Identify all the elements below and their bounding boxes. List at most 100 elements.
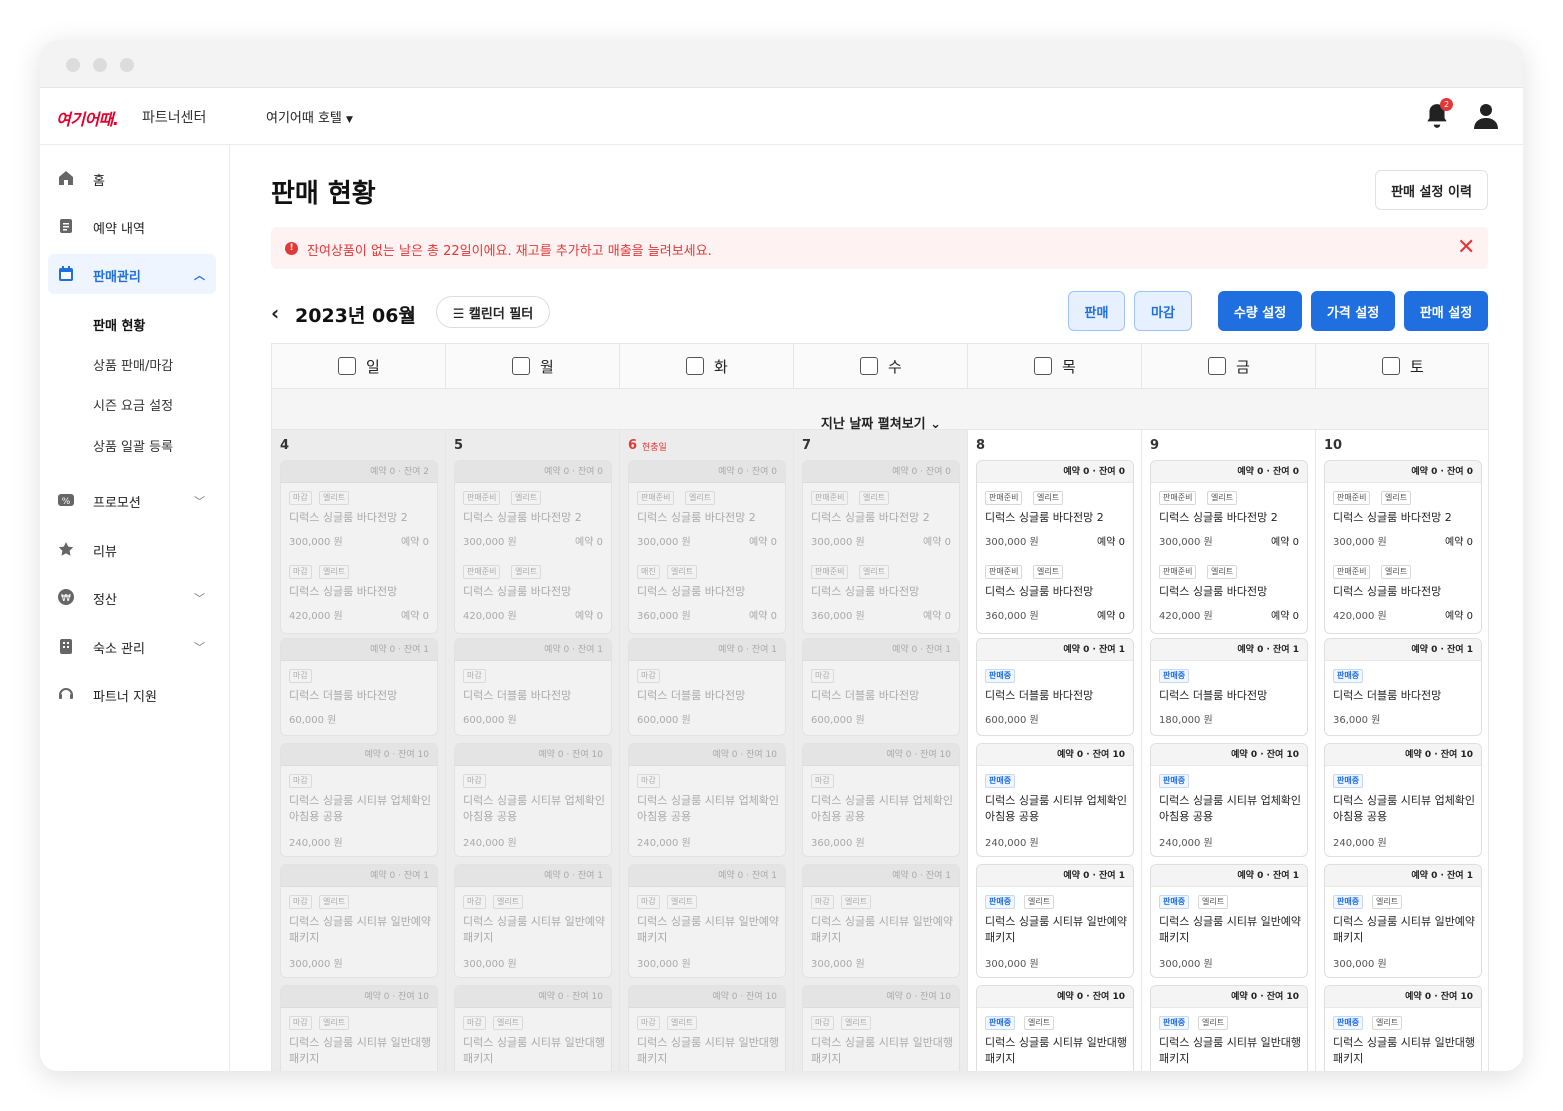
product-name[interactable]: 디럭스 싱글룸 시티뷰 일반예약 패키지 [985,914,1129,946]
product-name[interactable]: 디럭스 싱글룸 시티뷰 일반예약 패키지 [463,914,607,946]
product-name[interactable]: 디럭스 싱글룸 시티뷰 일반대행 패키지 [1159,1035,1303,1067]
product-card[interactable]: 예약 0 · 잔여 0 판매준비 엘리트 디럭스 싱글룸 바다전망 2 300,000 … [1150,460,1308,634]
product-card[interactable]: 예약 0 · 잔여 0 판매준비 엘리트 디럭스 싱글룸 바다전망 2 300,000 … [454,460,612,634]
product-name[interactable]: 디럭스 더블룸 바다전망 [637,688,781,704]
product-card[interactable]: 예약 0 · 잔여 0 판매준비 엘리트 디럭스 싱글룸 바다전망 2 300,000 … [802,460,960,634]
sidebar-item-review[interactable]: 리뷰 [48,529,216,569]
product-name[interactable]: 디럭스 더블룸 바다전망 [289,688,433,704]
weekday-checkbox[interactable] [1382,357,1400,375]
close-icon[interactable]: ✕ [1457,235,1475,260]
product-name[interactable]: 디럭스 싱글룸 시티뷰 업체확인 아침용 공용 [985,793,1129,825]
product-name[interactable]: 디럭스 싱글룸 시티뷰 업체확인 아침용 공용 [1333,793,1477,825]
product-card[interactable]: 예약 0 · 잔여 0 판매준비 엘리트 디럭스 싱글룸 바다전망 2 300,000 … [976,460,1134,634]
product-card[interactable]: 예약 0 · 잔여 10 판매중 디럭스 싱글룸 시티뷰 업체확인 아침용 공용 24… [976,743,1134,857]
product-card[interactable]: 예약 0 · 잔여 10 마감 디럭스 싱글룸 시티뷰 업체확인 아침용 공용 360… [802,743,960,857]
product-card[interactable]: 예약 0 · 잔여 1 판매중 디럭스 더블룸 바다전망 36,000 원 [1324,638,1482,736]
expand-past-dates[interactable]: 지난 날짜 펼쳐보기 ⌄ [272,389,1488,432]
weekday-checkbox[interactable] [860,357,878,375]
product-name[interactable]: 디럭스 싱글룸 바다전망 [637,584,781,600]
product-card[interactable]: 예약 0 · 잔여 10 마감 디럭스 싱글룸 시티뷰 업체확인 아침용 공용 240… [454,743,612,857]
product-card[interactable]: 예약 0 · 잔여 1 판매중 디럭스 더블룸 바다전망 600,000 원 [976,638,1134,736]
product-card[interactable]: 예약 0 · 잔여 10 판매중 디럭스 싱글룸 시티뷰 업체확인 아침용 공용 24… [1324,743,1482,857]
product-card[interactable]: 예약 0 · 잔여 10 마감 엘리트 디럭스 싱글룸 시티뷰 일반대행 패키지 [280,985,438,1071]
product-card[interactable]: 예약 0 · 잔여 1 판매중 디럭스 더블룸 바다전망 180,000 원 [1150,638,1308,736]
product-card[interactable]: 예약 0 · 잔여 10 마감 엘리트 디럭스 싱글룸 시티뷰 일반대행 패키지 [454,985,612,1071]
product-name[interactable]: 디럭스 싱글룸 바다전망 2 [637,510,781,526]
product-card[interactable]: 예약 0 · 잔여 10 판매중 디럭스 싱글룸 시티뷰 업체확인 아침용 공용 24… [1150,743,1308,857]
sidebar-item-home[interactable]: 홈 [48,158,216,198]
sell-button[interactable]: 판매 [1068,291,1125,331]
product-card[interactable]: 예약 0 · 잔여 10 마감 엘리트 디럭스 싱글룸 시티뷰 일반대행 패키지 [802,985,960,1071]
product-card[interactable]: 예약 0 · 잔여 10 마감 디럭스 싱글룸 시티뷰 업체확인 아침용 공용 240… [628,743,786,857]
product-name[interactable]: 디럭스 싱글룸 바다전망 [985,584,1129,600]
product-name[interactable]: 디럭스 싱글룸 시티뷰 일반예약 패키지 [289,914,433,946]
window-close-dot[interactable] [66,58,80,72]
sidebar-subitem-bulk-register[interactable]: 상품 일괄 등록 [93,436,173,455]
product-card[interactable]: 예약 0 · 잔여 1 마감 디럭스 더블룸 바다전망 600,000 원 [454,638,612,736]
product-name[interactable]: 디럭스 싱글룸 바다전망 [811,584,955,600]
calendar-filter-button[interactable]: ☰ 캘린더 필터 [436,296,550,328]
close-sales-button[interactable]: 마감 [1134,291,1192,331]
product-name[interactable]: 디럭스 싱글룸 시티뷰 일반예약 패키지 [1333,914,1477,946]
product-name[interactable]: 디럭스 싱글룸 바다전망 [289,584,433,600]
product-name[interactable]: 디럭스 더블룸 바다전망 [1159,688,1303,704]
price-setting-button[interactable]: 가격 설정 [1311,291,1395,331]
product-name[interactable]: 디럭스 싱글룸 시티뷰 일반예약 패키지 [811,914,955,946]
product-card[interactable]: 예약 0 · 잔여 1 판매중 엘리트 디럭스 싱글룸 시티뷰 일반예약 패키지 300… [976,864,1134,978]
product-name[interactable]: 디럭스 싱글룸 바다전망 [1333,584,1477,600]
sidebar-item-sales[interactable]: 판매관리 ︿ [48,254,216,294]
product-name[interactable]: 디럭스 싱글룸 시티뷰 업체확인 아침용 공용 [811,793,955,825]
sidebar-subitem-sales-status[interactable]: 판매 현황 [93,315,145,334]
product-name[interactable]: 디럭스 싱글룸 바다전망 2 [463,510,607,526]
product-name[interactable]: 디럭스 싱글룸 시티뷰 일반예약 패키지 [637,914,781,946]
window-minimize-dot[interactable] [93,58,107,72]
product-name[interactable]: 디럭스 싱글룸 바다전망 2 [1159,510,1303,526]
product-name[interactable]: 디럭스 싱글룸 바다전망 [463,584,607,600]
product-card[interactable]: 예약 0 · 잔여 1 마감 디럭스 더블룸 바다전망 600,000 원 [802,638,960,736]
product-name[interactable]: 디럭스 더블룸 바다전망 [811,688,955,704]
product-name[interactable]: 디럭스 더블룸 바다전망 [1333,688,1477,704]
product-card[interactable]: 예약 0 · 잔여 10 마감 엘리트 디럭스 싱글룸 시티뷰 일반대행 패키지 [628,985,786,1071]
chevron-left-icon[interactable]: ‹ [271,301,279,325]
product-card[interactable]: 예약 0 · 잔여 2 마감 엘리트 디럭스 싱글룸 바다전망 2 300,000 원예… [280,460,438,634]
weekday-checkbox[interactable] [338,357,356,375]
sidebar-item-property[interactable]: 숙소 관리 ﹀ [48,626,216,666]
product-name[interactable]: 디럭스 싱글룸 바다전망 2 [985,510,1129,526]
sales-history-button[interactable]: 판매 설정 이력 [1375,170,1488,210]
product-card[interactable]: 예약 0 · 잔여 0 판매준비 엘리트 디럭스 싱글룸 바다전망 2 300,000 … [1324,460,1482,634]
sidebar-subitem-season-rate[interactable]: 시즌 요금 설정 [93,395,173,414]
product-card[interactable]: 예약 0 · 잔여 10 판매중 엘리트 디럭스 싱글룸 시티뷰 일반대행 패키지 [976,985,1134,1071]
product-name[interactable]: 디럭스 싱글룸 시티뷰 업체확인 아침용 공용 [289,793,433,825]
logo[interactable]: 여기어때. [56,106,119,130]
sidebar-subitem-product-sales[interactable]: 상품 판매/마감 [93,355,173,374]
product-name[interactable]: 디럭스 더블룸 바다전망 [985,688,1129,704]
sidebar-item-settlement[interactable]: ₩ 정산 ﹀ [48,577,216,617]
product-name[interactable]: 디럭스 싱글룸 시티뷰 업체확인 아침용 공용 [1159,793,1303,825]
product-card[interactable]: 예약 0 · 잔여 10 마감 디럭스 싱글룸 시티뷰 업체확인 아침용 공용 240… [280,743,438,857]
product-card[interactable]: 예약 0 · 잔여 1 마감 엘리트 디럭스 싱글룸 시티뷰 일반예약 패키지 300,… [802,864,960,978]
product-name[interactable]: 디럭스 싱글룸 시티뷰 일반대행 패키지 [463,1035,607,1067]
product-card[interactable]: 예약 0 · 잔여 1 마감 디럭스 더블룸 바다전망 60,000 원 [280,638,438,736]
product-name[interactable]: 디럭스 싱글룸 시티뷰 일반예약 패키지 [1159,914,1303,946]
product-name[interactable]: 디럭스 싱글룸 바다전망 [1159,584,1303,600]
product-name[interactable]: 디럭스 싱글룸 시티뷰 일반대행 패키지 [985,1035,1129,1067]
product-name[interactable]: 디럭스 싱글룸 시티뷰 일반대행 패키지 [1333,1035,1477,1067]
product-name[interactable]: 디럭스 싱글룸 바다전망 2 [811,510,955,526]
product-name[interactable]: 디럭스 싱글룸 시티뷰 일반대행 패키지 [637,1035,781,1067]
product-card[interactable]: 예약 0 · 잔여 1 판매중 엘리트 디럭스 싱글룸 시티뷰 일반예약 패키지 300… [1150,864,1308,978]
product-card[interactable]: 예약 0 · 잔여 1 마감 엘리트 디럭스 싱글룸 시티뷰 일반예약 패키지 300,… [628,864,786,978]
product-card[interactable]: 예약 0 · 잔여 10 판매중 엘리트 디럭스 싱글룸 시티뷰 일반대행 패키지 [1324,985,1482,1071]
product-card[interactable]: 예약 0 · 잔여 0 판매준비 엘리트 디럭스 싱글룸 바다전망 2 300,000 … [628,460,786,634]
user-icon[interactable] [1474,102,1498,130]
quantity-setting-button[interactable]: 수량 설정 [1218,291,1302,331]
product-name[interactable]: 디럭스 싱글룸 바다전망 2 [1333,510,1477,526]
product-name[interactable]: 디럭스 더블룸 바다전망 [463,688,607,704]
product-card[interactable]: 예약 0 · 잔여 1 마감 엘리트 디럭스 싱글룸 시티뷰 일반예약 패키지 300,… [454,864,612,978]
window-maximize-dot[interactable] [120,58,134,72]
sidebar-item-reservations[interactable]: 예약 내역 [48,206,216,246]
sidebar-item-promotion[interactable]: % 프로모션 ﹀ [48,480,216,520]
weekday-checkbox[interactable] [512,357,530,375]
weekday-checkbox[interactable] [686,357,704,375]
product-name[interactable]: 디럭스 싱글룸 시티뷰 일반대행 패키지 [289,1035,433,1067]
weekday-checkbox[interactable] [1208,357,1226,375]
